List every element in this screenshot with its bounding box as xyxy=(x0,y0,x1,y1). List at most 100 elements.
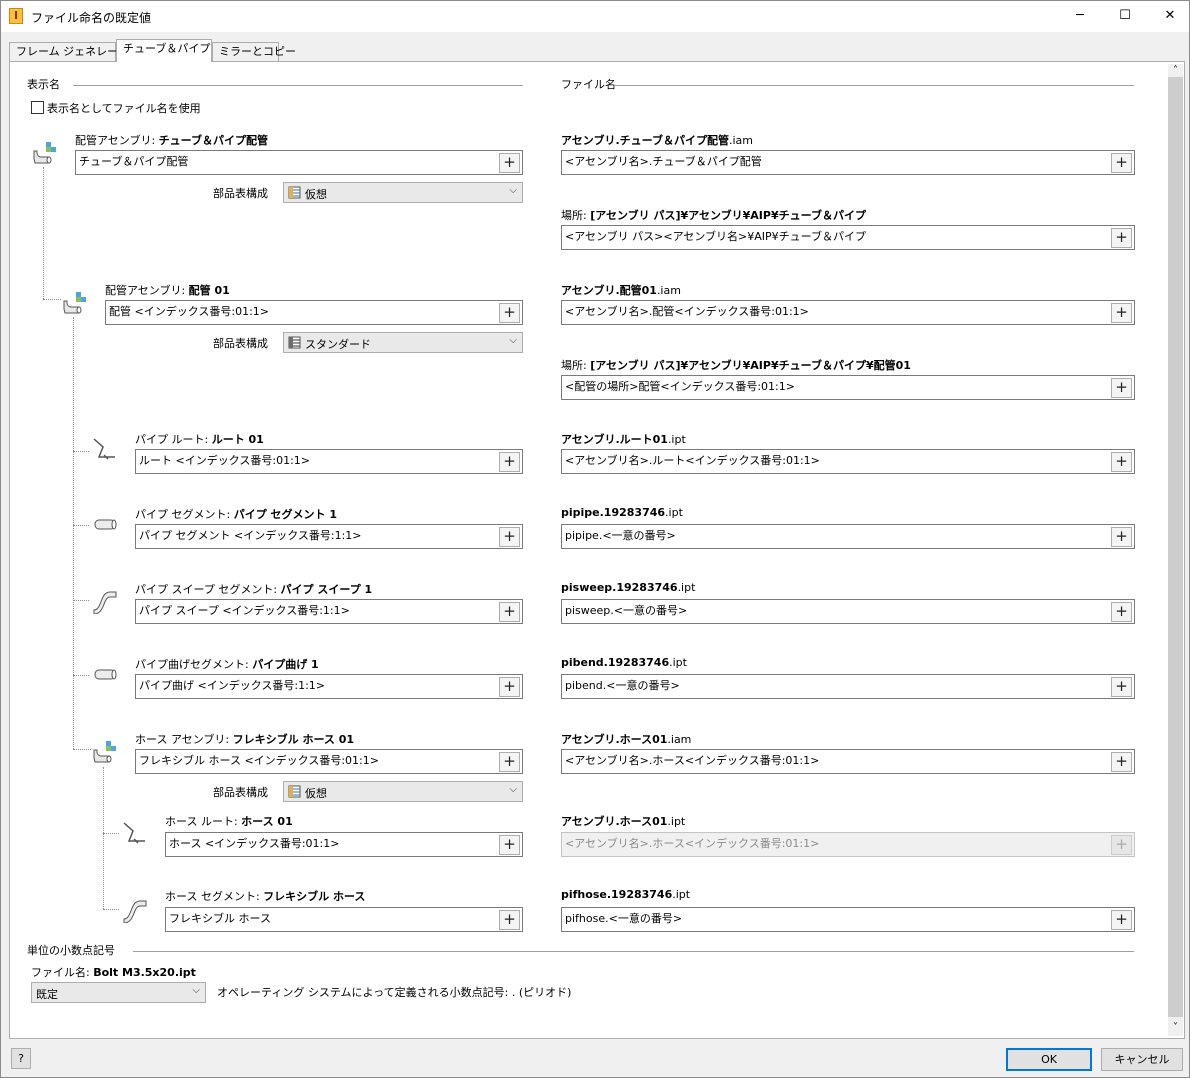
display-field-pipe-route[interactable]: ルート <インデックス番号:01:1> + xyxy=(135,449,523,474)
bom-standard-icon xyxy=(288,336,301,349)
help-button[interactable]: ? xyxy=(11,1048,31,1069)
insert-button[interactable]: + xyxy=(1111,677,1132,697)
insert-button[interactable]: + xyxy=(1111,910,1132,930)
file-label-hose-route: アセンブリ.ホース01.ipt xyxy=(561,815,686,828)
file-label-pipe-segment: pipipe.19283746.ipt xyxy=(561,506,683,519)
display-label-hose-segment: ホース セグメント: フレキシブル ホース xyxy=(165,890,366,903)
location-label-tube-pipe: 場所: [アセンブリ パス]¥アセンブリ¥AIP¥チューブ＆パイプ xyxy=(561,209,866,222)
display-field-hose-route[interactable]: ホース <インデックス番号:01:1> + xyxy=(165,832,523,857)
divider xyxy=(133,951,1134,952)
insert-button[interactable]: + xyxy=(1111,153,1132,173)
chevron-down-icon: ⌵ xyxy=(509,185,517,196)
display-name-heading: 表示名 xyxy=(27,78,60,91)
pipe-segment-icon xyxy=(94,519,117,530)
chevron-down-icon: ⌵ xyxy=(192,985,200,996)
insert-button[interactable]: + xyxy=(1111,378,1132,398)
display-field-pipe-segment[interactable]: パイプ セグメント <インデックス番号:1:1> + xyxy=(135,524,523,549)
insert-button[interactable]: + xyxy=(1111,602,1132,622)
tree-line xyxy=(73,675,89,676)
bom-phantom-icon xyxy=(288,186,301,199)
file-field-hose-segment[interactable]: pifhose.<一意の番号> + xyxy=(561,907,1135,932)
tree-line xyxy=(73,600,89,601)
file-label-tube-pipe: アセンブリ.チューブ＆パイプ配管.iam xyxy=(561,134,753,147)
insert-button[interactable]: + xyxy=(499,602,520,622)
file-field-pipe-route[interactable]: <アセンブリ名>.ルート<インデックス番号:01:1> + xyxy=(561,449,1135,474)
location-field-pipe-assembly[interactable]: <配管の場所>配管<インデックス番号:01:1> + xyxy=(561,375,1135,400)
insert-button[interactable]: + xyxy=(499,153,520,173)
display-label-pipe-bend: パイプ曲げセグメント: パイプ曲げ 1 xyxy=(135,658,319,671)
insert-button[interactable]: + xyxy=(499,527,520,547)
dialog-window: I ファイル命名の既定値 ─ ☐ ✕ フレーム ジェネレータ チューブ＆パイプ … xyxy=(0,0,1190,1078)
display-field-pipe-assembly[interactable]: 配管 <インデックス番号:01:1> + xyxy=(105,300,523,325)
hose-segment-icon xyxy=(123,900,147,923)
use-filename-checkbox[interactable] xyxy=(31,101,44,114)
close-button[interactable]: ✕ xyxy=(1147,1,1190,32)
bom-combo-pipe-assembly[interactable]: スタンダード ⌵ xyxy=(283,332,523,353)
insert-button[interactable]: + xyxy=(499,452,520,472)
minimize-button[interactable]: ─ xyxy=(1057,1,1103,32)
display-label-pipe-sweep: パイプ スイープ セグメント: パイプ スイープ 1 xyxy=(135,583,373,596)
scrollbar-thumb[interactable] xyxy=(1168,77,1183,1017)
insert-button[interactable]: + xyxy=(499,303,520,323)
insert-button[interactable]: + xyxy=(1111,452,1132,472)
chevron-down-icon: ⌵ xyxy=(509,335,517,346)
display-field-pipe-bend[interactable]: パイプ曲げ <インデックス番号:1:1> + xyxy=(135,674,523,699)
insert-button[interactable]: + xyxy=(1111,228,1132,248)
hose-route-icon xyxy=(123,822,145,844)
app-icon: I xyxy=(9,8,23,24)
tree-line xyxy=(103,833,119,834)
file-field-hose-route: <アセンブリ名>.ホース<インデックス番号:01:1> + xyxy=(561,832,1135,857)
file-field-tube-pipe[interactable]: <アセンブリ名>.チューブ＆パイプ配管 + xyxy=(561,150,1135,175)
bom-phantom-icon xyxy=(288,785,301,798)
decimal-combo[interactable]: 既定 ⌵ xyxy=(31,982,206,1003)
decimal-heading: 単位の小数点記号 xyxy=(27,944,115,957)
bom-label: 部品表構成 xyxy=(213,786,268,799)
cancel-button[interactable]: キャンセル xyxy=(1101,1048,1183,1071)
insert-button[interactable]: + xyxy=(1111,752,1132,772)
file-field-pipe-segment[interactable]: pipipe.<一意の番号> + xyxy=(561,524,1135,549)
file-field-pipe-bend[interactable]: pibend.<一意の番号> + xyxy=(561,674,1135,699)
display-label-pipe-segment: パイプ セグメント: パイプ セグメント 1 xyxy=(135,508,338,521)
file-label-hose-segment: pifhose.19283746.ipt xyxy=(561,888,691,901)
file-label-hose-assembly: アセンブリ.ホース01.iam xyxy=(561,733,692,746)
help-icon: ? xyxy=(18,1052,24,1065)
bom-label: 部品表構成 xyxy=(213,337,268,350)
display-field-tube-pipe[interactable]: チューブ＆パイプ配管 + xyxy=(75,150,523,175)
pipe-bend-icon xyxy=(94,669,117,680)
display-field-pipe-sweep[interactable]: パイプ スイープ <インデックス番号:1:1> + xyxy=(135,599,523,624)
insert-button[interactable]: + xyxy=(499,910,520,930)
display-label-hose-assembly: ホース アセンブリ: フレキシブル ホース 01 xyxy=(135,733,355,746)
tab-tube-and-pipe[interactable]: チューブ＆パイプ xyxy=(116,39,212,62)
tree-line xyxy=(103,909,119,910)
display-label-tube-pipe: 配管アセンブリ: チューブ＆パイプ配管 xyxy=(75,134,268,147)
divider xyxy=(614,85,1134,86)
window-title: ファイル命名の既定値 xyxy=(31,11,152,25)
decimal-note: オペレーティング システムによって定義される小数点記号: . (ピリオド) xyxy=(217,986,572,999)
insert-button[interactable]: + xyxy=(1111,303,1132,323)
scroll-up-button[interactable]: ˄ xyxy=(1168,64,1183,77)
display-label-pipe-route: パイプ ルート: ルート 01 xyxy=(135,433,264,446)
maximize-button[interactable]: ☐ xyxy=(1102,1,1148,32)
display-field-hose-assembly[interactable]: フレキシブル ホース <インデックス番号:01:1> + xyxy=(135,749,523,774)
display-field-hose-segment[interactable]: フレキシブル ホース + xyxy=(165,907,523,932)
tree-line xyxy=(73,451,89,452)
file-field-pipe-sweep[interactable]: pisweep.<一意の番号> + xyxy=(561,599,1135,624)
tab-mirror-copy[interactable]: ミラーとコピー xyxy=(212,42,296,61)
bom-combo-hose-assembly[interactable]: 仮想 ⌵ xyxy=(283,781,523,802)
bom-combo-tube-pipe[interactable]: 仮想 ⌵ xyxy=(283,182,523,203)
insert-button[interactable]: + xyxy=(1111,527,1132,547)
ok-button[interactable]: OK xyxy=(1006,1048,1092,1071)
location-field-tube-pipe[interactable]: <アセンブリ パス><アセンブリ名>¥AIP¥チューブ＆パイプ + xyxy=(561,225,1135,250)
insert-button[interactable]: + xyxy=(499,835,520,855)
tube-pipe-assembly-icon xyxy=(33,142,56,164)
scroll-down-button[interactable]: ˅ xyxy=(1168,1021,1183,1034)
file-field-hose-assembly[interactable]: <アセンブリ名>.ホース<インデックス番号:01:1> + xyxy=(561,749,1135,774)
insert-button[interactable]: + xyxy=(499,752,520,772)
tab-frame-generator[interactable]: フレーム ジェネレータ xyxy=(9,42,129,61)
title-bar: I ファイル命名の既定値 ─ ☐ ✕ xyxy=(1,1,1189,32)
tree-line xyxy=(43,167,44,299)
file-field-pipe-assembly[interactable]: <アセンブリ名>.配管<インデックス番号:01:1> + xyxy=(561,300,1135,325)
insert-button[interactable]: + xyxy=(499,677,520,697)
bom-label: 部品表構成 xyxy=(213,187,268,200)
display-label-hose-route: ホース ルート: ホース 01 xyxy=(165,815,293,828)
